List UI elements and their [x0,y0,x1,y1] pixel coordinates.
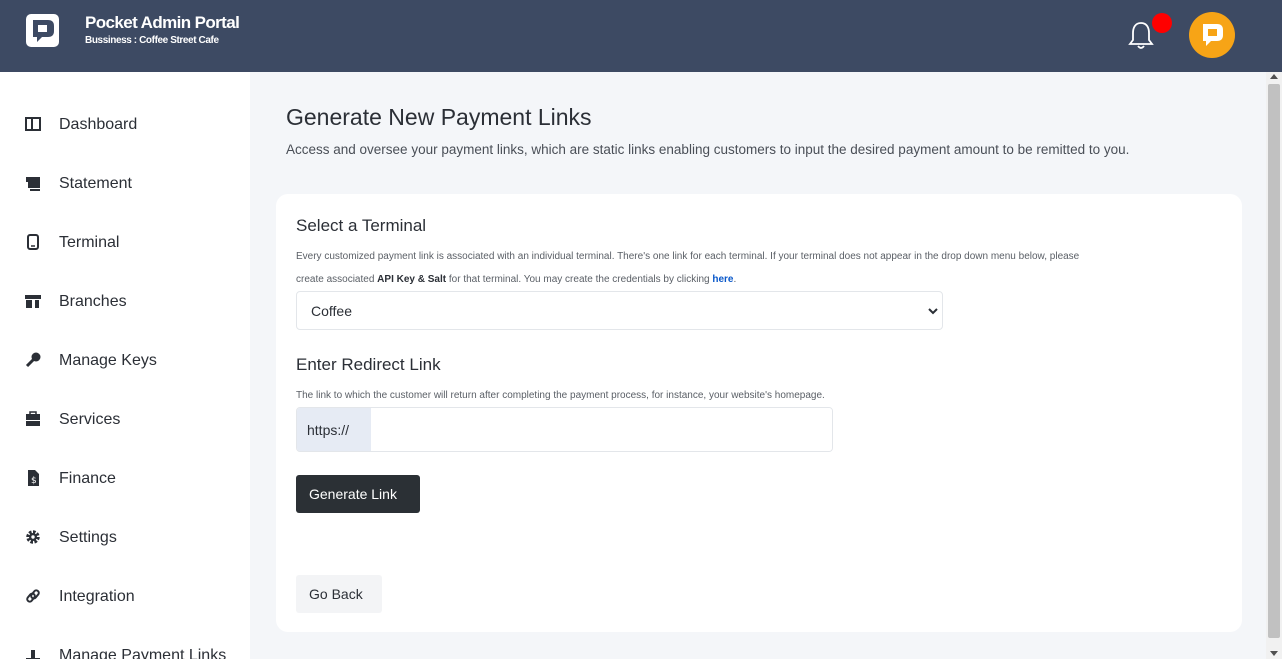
business-name: Bussiness : Coffee Street Cafe [85,35,219,46]
sidebar-item-label: Manage Payment Links [59,647,227,659]
help-text-part: create associated [296,274,375,285]
toolbox-icon [26,411,40,426]
terminal-icon [27,234,39,250]
notification-badge [1152,13,1172,33]
page-title: Generate New Payment Links [286,104,592,130]
sidebar-item-dashboard[interactable]: Dashboard [0,105,250,145]
sidebar: Dashboard Statement Terminal Branches Ma… [0,72,250,659]
generate-link-label: Generate Link [309,486,397,502]
sidebar-item-integration[interactable]: Integration [0,577,250,617]
scroll-down-arrow-icon[interactable] [1270,651,1278,656]
api-key-salt-text: API Key & Salt [377,274,447,285]
top-bar: Pocket Admin Portal Bussiness : Coffee S… [0,0,1282,72]
scrollbar[interactable] [1266,72,1282,659]
sidebar-item-finance[interactable]: $ Finance [0,459,250,499]
scrollbar-thumb[interactable] [1268,84,1280,638]
sidebar-item-label: Dashboard [59,116,138,133]
sidebar-item-statement[interactable]: Statement [0,164,250,204]
pocket-avatar-icon[interactable] [1189,12,1235,58]
sidebar-item-label: Manage Keys [59,352,157,369]
page-description: Access and oversee your payment links, w… [286,142,1130,157]
go-back-label: Go Back [309,586,363,602]
scroll-up-arrow-icon[interactable] [1270,74,1278,79]
payment-links-icon [26,650,40,659]
sidebar-item-manage-payment-links[interactable]: Manage Payment Links [0,636,250,659]
sidebar-item-label: Branches [59,293,127,310]
dashboard-icon [25,117,41,131]
url-prefix: https:// [297,408,371,451]
chevron-down-icon [928,308,938,315]
select-terminal-heading: Select a Terminal [296,216,427,235]
generate-link-button[interactable]: Generate Link [296,475,420,513]
sidebar-item-settings[interactable]: Settings [0,518,250,558]
finance-icon: $ [28,470,39,486]
store-icon [25,295,41,308]
sidebar-item-label: Finance [59,470,116,487]
sidebar-item-branches[interactable]: Branches [0,282,250,322]
redirect-url-input[interactable] [372,408,832,451]
key-icon [25,352,41,368]
statement-icon [26,177,40,191]
sidebar-item-label: Settings [59,529,117,546]
sidebar-item-label: Statement [59,175,132,192]
url-prefix-text: https:// [307,422,350,438]
terminal-help-text: Every customized payment link is associa… [296,251,1080,262]
svg-text:$: $ [31,476,37,486]
redirect-help-text: The link to which the customer will retu… [296,390,825,401]
pocket-logo-icon[interactable] [26,14,59,47]
terminal-help-text-2: create associated API Key & Salt for tha… [296,274,736,285]
redirect-input-group: https:// [296,407,833,452]
sidebar-item-label: Services [59,411,121,428]
terminal-select[interactable]: Coffee [296,291,943,330]
go-back-button[interactable]: Go Back [296,575,382,613]
create-credentials-link[interactable]: here [712,274,733,285]
sidebar-item-label: Terminal [59,234,120,251]
sidebar-item-terminal[interactable]: Terminal [0,223,250,263]
terminal-select-value: Coffee [311,303,352,319]
gear-icon [26,530,40,544]
sidebar-item-manage-keys[interactable]: Manage Keys [0,341,250,381]
help-text-part: for that terminal. You may create the cr… [448,274,710,285]
sidebar-item-label: Integration [59,588,135,605]
sidebar-item-services[interactable]: Services [0,400,250,440]
redirect-link-heading: Enter Redirect Link [296,355,441,374]
app-title: Pocket Admin Portal [85,13,240,32]
help-text-part: . [733,274,737,285]
link-icon [26,589,40,603]
